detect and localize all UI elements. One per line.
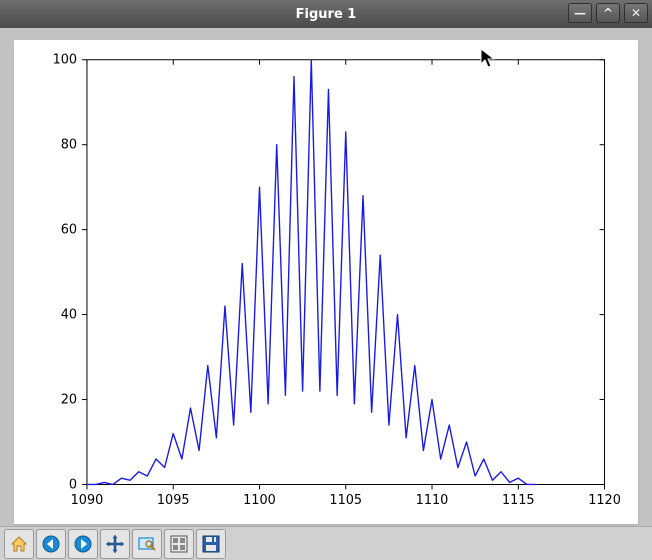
minimize-button[interactable]: — (568, 3, 592, 23)
save-button[interactable] (196, 529, 226, 559)
maximize-icon: ^ (603, 7, 613, 19)
subplots-button[interactable] (164, 529, 194, 559)
x-tick-label: 1110 (416, 493, 449, 508)
y-tick-label: 100 (53, 53, 77, 68)
window-title: Figure 1 (0, 7, 652, 22)
home-icon (9, 534, 29, 554)
minimize-icon: — (574, 7, 586, 19)
pan-button[interactable] (100, 529, 130, 559)
zoom-rect-icon (137, 534, 157, 554)
chart-svg: 1090 1095 1100 1105 1110 1115 1120 0 20 40 60 80 100 (14, 40, 638, 524)
close-icon: ✕ (631, 7, 641, 19)
x-tick-label: 1100 (243, 493, 276, 508)
axes-frame (87, 60, 605, 485)
y-tick-label: 40 (61, 308, 77, 323)
maximize-button[interactable]: ^ (596, 3, 620, 23)
subplots-icon (169, 534, 189, 554)
x-tick-label: 1090 (71, 493, 104, 508)
back-button[interactable] (36, 529, 66, 559)
arrow-left-icon (41, 534, 61, 554)
figure-content: 1090 1095 1100 1105 1110 1115 1120 0 20 40 60 80 100 (0, 28, 652, 526)
arrow-right-icon (73, 534, 93, 554)
x-tick-label: 1120 (588, 493, 621, 508)
y-tick-label: 80 (61, 138, 77, 153)
y-tick-label: 60 (61, 223, 77, 238)
close-button[interactable]: ✕ (624, 3, 648, 23)
figure-window: Figure 1 — ^ ✕ 1090109511001105111011151… (0, 0, 652, 560)
move-icon (105, 534, 125, 554)
save-icon (201, 534, 221, 554)
plot-canvas[interactable]: 1090 1095 1100 1105 1110 1115 1120 0 20 40 60 80 100 (14, 40, 638, 524)
window-controls: — ^ ✕ (568, 3, 648, 23)
y-tick-label: 20 (61, 392, 77, 407)
y-tick-label: 0 (69, 477, 77, 492)
x-tick-label: 1115 (502, 493, 535, 508)
matplotlib-toolbar (0, 526, 652, 560)
x-tick-label: 1105 (329, 493, 362, 508)
zoom-button[interactable] (132, 529, 162, 559)
home-button[interactable] (4, 529, 34, 559)
x-tick-label: 1095 (157, 493, 190, 508)
window-titlebar[interactable]: Figure 1 — ^ ✕ (0, 0, 652, 28)
forward-button[interactable] (68, 529, 98, 559)
